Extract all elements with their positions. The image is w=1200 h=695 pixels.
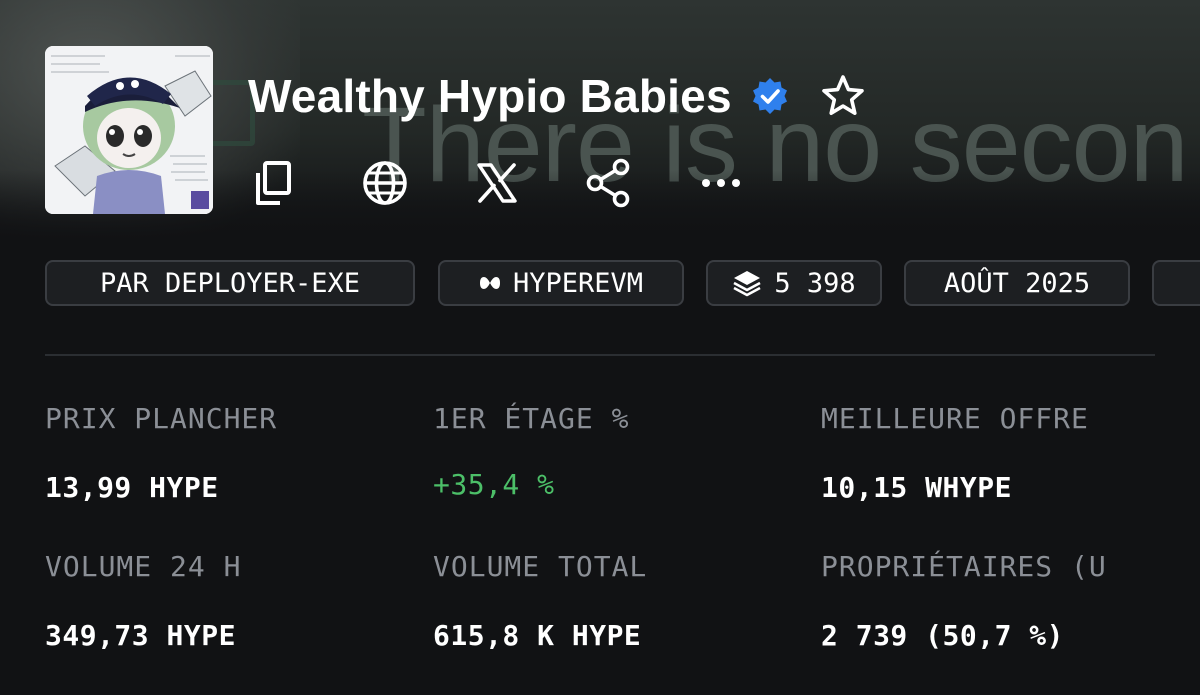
share-icon bbox=[586, 158, 630, 208]
supply-tag[interactable]: 5 398 bbox=[706, 260, 882, 306]
website-button[interactable] bbox=[361, 158, 409, 208]
more-dots-icon bbox=[702, 179, 740, 187]
x-logo-icon bbox=[477, 163, 517, 203]
volume-total-value: 615,8 K HYPE bbox=[433, 619, 642, 652]
layers-icon bbox=[733, 271, 761, 297]
best-offer-label: MEILLEURE OFFRE bbox=[821, 402, 1089, 435]
collection-name: Wealthy Hypio Babies bbox=[248, 70, 732, 122]
collection-avatar bbox=[45, 46, 213, 214]
hyperevm-logo-icon bbox=[479, 277, 500, 289]
date-tag[interactable]: AOÛT 2025 bbox=[904, 260, 1130, 306]
floor-price-value: 13,99 HYPE bbox=[45, 471, 219, 504]
section-divider bbox=[45, 354, 1155, 356]
overflow-tag[interactable] bbox=[1152, 260, 1200, 306]
copy-button[interactable] bbox=[248, 158, 296, 208]
chain-tag[interactable]: HYPEREVM bbox=[438, 260, 684, 306]
owners-value: 2 739 (50,7 %) bbox=[821, 619, 1065, 652]
supply-tag-label: 5 398 bbox=[774, 267, 856, 299]
avatar-character-image bbox=[45, 46, 213, 214]
x-profile-button[interactable] bbox=[473, 158, 521, 208]
best-offer-value: 10,15 WHYPE bbox=[821, 471, 1012, 504]
creator-tag-label: PAR DEPLOYER-EXE bbox=[99, 267, 361, 299]
volume-24h-value: 349,73 HYPE bbox=[45, 619, 236, 652]
first-floor-label: 1ER ÉTAGE % bbox=[433, 402, 630, 435]
share-button[interactable] bbox=[585, 158, 633, 208]
owners-label-clip: PROPRIÉTAIRES (U bbox=[821, 550, 1151, 590]
first-floor-value: +35,4 % bbox=[433, 468, 555, 501]
favorite-star-icon[interactable] bbox=[820, 73, 866, 119]
globe-icon bbox=[363, 161, 407, 205]
date-tag-label: AOÛT 2025 bbox=[943, 267, 1091, 299]
volume-24h-label: VOLUME 24 H bbox=[45, 550, 242, 583]
volume-total-label: VOLUME TOTAL bbox=[433, 550, 648, 583]
floor-price-label: PRIX PLANCHER bbox=[45, 402, 278, 435]
creator-tag[interactable]: PAR DEPLOYER-EXE bbox=[45, 260, 415, 306]
verified-badge-icon bbox=[750, 76, 790, 116]
owners-label: PROPRIÉTAIRES (U bbox=[821, 550, 1107, 583]
collection-title-row: Wealthy Hypio Babies bbox=[248, 66, 866, 126]
copy-icon bbox=[256, 161, 291, 205]
more-options-button[interactable] bbox=[697, 158, 745, 208]
chain-tag-label: HYPEREVM bbox=[512, 267, 644, 299]
